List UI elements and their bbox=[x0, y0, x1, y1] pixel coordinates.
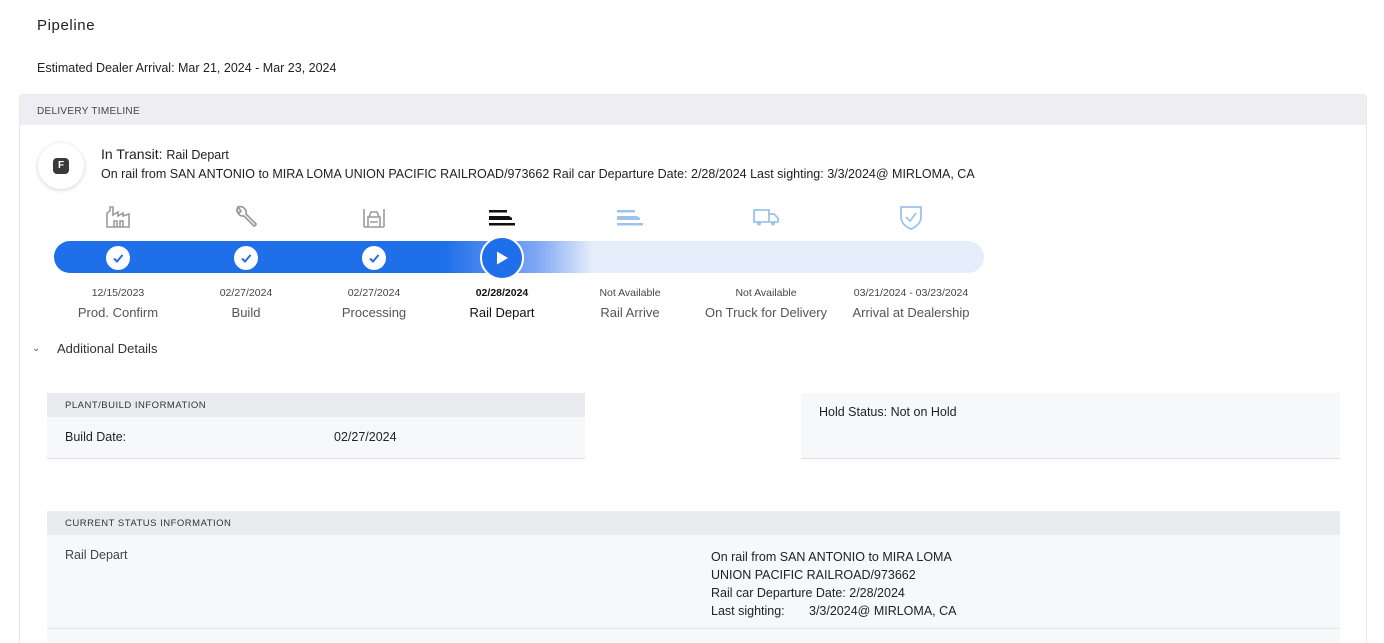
play-icon bbox=[480, 236, 524, 280]
last-sighting-value: 3/3/2024@ MIRLOMA, CA bbox=[809, 604, 957, 618]
status-description: On rail from SAN ANTONIO to MIRA LOMA UN… bbox=[101, 167, 975, 181]
check-icon bbox=[362, 246, 386, 270]
estimated-dealer-arrival: Estimated Dealer Arrival: Mar 21, 2024 -… bbox=[37, 61, 337, 75]
status-badge: F bbox=[38, 143, 84, 189]
delivery-timeline-card: DELIVERY TIMELINE F In Transit: Rail Dep… bbox=[19, 94, 1367, 643]
status-label: In Transit: bbox=[101, 146, 163, 162]
build-date-label: Build Date: bbox=[65, 430, 127, 444]
pending-node bbox=[754, 246, 778, 270]
status-detail-line: On rail from SAN ANTONIO to MIRA LOMA bbox=[711, 550, 952, 564]
hold-status-card: Hold Status: Not on Hold bbox=[801, 393, 1340, 459]
additional-details-toggle[interactable]: ⌄ Additional Details bbox=[32, 341, 157, 356]
pending-node bbox=[899, 246, 923, 270]
stage-date: Not Available bbox=[735, 287, 797, 299]
stage-date: 03/21/2024 - 03/23/2024 bbox=[853, 287, 969, 299]
page-title: Pipeline bbox=[37, 17, 96, 34]
plant-build-header: PLANT/BUILD INFORMATION bbox=[47, 393, 585, 417]
status-value: Rail Depart bbox=[166, 148, 229, 162]
build-date-row: Build Date: 02/27/2024 bbox=[47, 417, 585, 459]
current-status-header: CURRENT STATUS INFORMATION bbox=[47, 511, 1340, 535]
current-status-info: CURRENT STATUS INFORMATION Rail Depart O… bbox=[47, 511, 1340, 643]
pending-node bbox=[618, 246, 642, 270]
current-status-row: Rail Depart On rail from SAN ANTONIO to … bbox=[47, 535, 1340, 629]
status-detail-line: UNION PACIFIC RAILROAD/973662 bbox=[711, 568, 916, 582]
stage-label: Arrival at Dealership bbox=[852, 305, 970, 320]
status-badge-letter: F bbox=[53, 158, 69, 174]
delivery-timeline-header: DELIVERY TIMELINE bbox=[20, 95, 1366, 125]
last-sighting-line: Last sighting: 3/3/2024@ MIRLOMA, CA bbox=[711, 602, 956, 620]
plant-build-info: PLANT/BUILD INFORMATION Build Date: 02/2… bbox=[47, 393, 585, 459]
current-status-details: On rail from SAN ANTONIO to MIRA LOMA UN… bbox=[711, 548, 956, 620]
build-date-value: 02/27/2024 bbox=[334, 430, 397, 444]
stage-label: On Truck for Delivery bbox=[704, 305, 828, 320]
hold-status-text: Hold Status: Not on Hold bbox=[819, 405, 957, 419]
chevron-down-icon: ⌄ bbox=[32, 343, 41, 354]
shield-check-icon bbox=[831, 203, 991, 231]
status-detail-line: Rail car Departure Date: 2/28/2024 bbox=[711, 586, 905, 600]
stage-on-truck: Not Available On Truck for Delivery bbox=[686, 203, 846, 320]
current-status-name: Rail Depart bbox=[65, 548, 128, 562]
status-title: In Transit: Rail Depart bbox=[101, 146, 229, 162]
last-sighting-label: Last sighting: bbox=[711, 604, 785, 618]
stage-arrival-dealership: 03/21/2024 - 03/23/2024 Arrival at Deale… bbox=[831, 203, 991, 320]
check-icon bbox=[234, 246, 258, 270]
check-icon bbox=[106, 246, 130, 270]
truck-icon bbox=[686, 203, 846, 231]
additional-details-label: Additional Details bbox=[57, 341, 158, 356]
